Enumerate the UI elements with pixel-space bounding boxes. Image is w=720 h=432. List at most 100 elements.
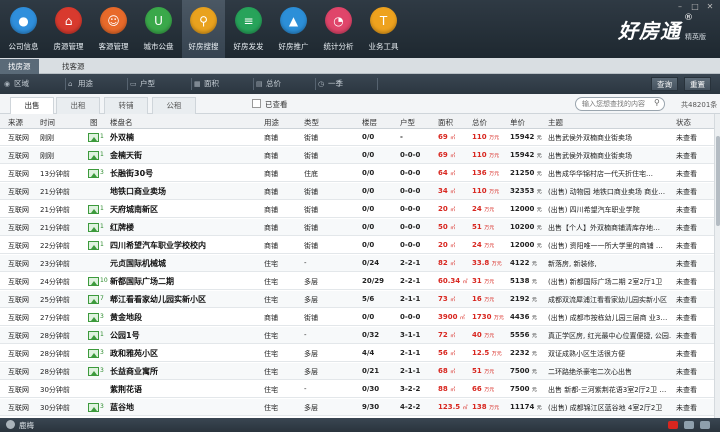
tab-rent[interactable]: 出租 [56,97,100,114]
close-icon[interactable]: ✕ [704,2,716,12]
cell-name[interactable]: 黄金地段 [110,312,142,323]
price-filter[interactable]: ▤ 总价 [254,78,316,90]
message-icon[interactable] [668,421,678,429]
settings-icon[interactable] [684,421,694,429]
photo-icon[interactable] [88,241,99,250]
table-row[interactable]: 1 互联网 28分钟前 公园1号 住宅 - 0/32 3-1-1 72 ㎡ 40 万元 5556 元… [0,327,714,344]
col-name[interactable]: 楼盘名 [110,117,133,128]
photo-icon[interactable] [88,367,99,376]
table-row[interactable]: 1 互联网 21分钟前 天府城南新区 商铺 街铺 0/0 0-0-0 20 ㎡ 24 万元 1200… [0,201,714,218]
table-row[interactable]: 互联网 23分钟前 元贞国际机械城 住宅 - 0/24 2-2-1 82 ㎡ 33.8 万元 41… [0,255,714,272]
nav-item-0[interactable]: ● 公司信息 [2,0,45,58]
table-row[interactable]: 1 互联网 21分钟前 红牌楼 商铺 街铺 0/0 0-0-0 50 ㎡ 51 万元 10200 元… [0,219,714,236]
tab-find-listing[interactable]: 找房源 [0,59,39,74]
nav-item-2[interactable]: ☺ 客源管理 [92,0,135,58]
photo-icon[interactable] [88,223,99,232]
scrollbar[interactable] [714,114,720,418]
nav-item-6[interactable]: ▲ 好房推广 [272,0,315,58]
cell-name[interactable]: 紫荆花语 [110,384,142,395]
col-source[interactable]: 来源 [8,117,23,128]
help-icon[interactable] [700,421,710,429]
layout-filter[interactable]: ▭ 户型 [128,78,192,90]
cell-name[interactable]: 公园1号 [110,330,140,341]
size-filter[interactable]: ▦ 面积 [192,78,254,90]
cell-src: 互联网 [8,367,29,377]
photo-icon[interactable] [88,151,99,160]
table-row[interactable]: 互联网 21分钟前 地铁口商业卖场 商铺 街铺 0/0 0-0-0 34 ㎡ 110 万元 323… [0,183,714,200]
col-title[interactable]: 主题 [548,117,563,128]
table-row[interactable]: 7 互联网 25分钟前 郫江看看家幼儿园实新小区 住宅 多层 5/6 2-1-1 73 ㎡ 16 … [0,291,714,308]
photo-icon[interactable] [88,133,99,142]
table-row[interactable]: 1 互联网 22分钟前 四川希望汽车职业学校校内 商铺 街铺 0/0 0-0-0 20 ㎡ 24 … [0,237,714,254]
scroll-thumb[interactable] [716,136,720,226]
col-price[interactable]: 总价 [472,117,487,128]
usage-filter[interactable]: ⌂ 用途 [66,78,128,90]
cell-name[interactable]: 天府城南新区 [110,204,158,215]
photo-count: 3 [100,169,104,176]
tab-find-client[interactable]: 找客源 [54,59,93,74]
cell-value: 0/0 [362,313,375,321]
photo-icon[interactable] [88,313,99,322]
col-unit-price[interactable]: 单价 [510,117,525,128]
col-type[interactable]: 类型 [304,117,319,128]
cell-name[interactable]: 新都国际广场二期 [110,276,174,287]
photo-icon[interactable] [88,205,99,214]
cell-name[interactable]: 政和雅苑小区 [110,348,158,359]
table-row[interactable]: 互联网 30分钟前 紫荆花语 住宅 - 0/30 3-2-2 88 ㎡ 66 万元 7500 元 出… [0,381,714,398]
tab-sale[interactable]: 出售 [10,97,54,115]
col-usage[interactable]: 用途 [264,117,279,128]
area-filter[interactable]: ◉ 区域 [2,78,66,90]
cell-value: 出售【个人】外双楠商铺清库存地… [548,224,660,232]
cell-name[interactable]: 地铁口商业卖场 [110,186,166,197]
col-time[interactable]: 时间 [40,117,55,128]
col-status[interactable]: 状态 [676,117,691,128]
cell-name[interactable]: 金楠天街 [110,150,142,161]
cell-value: 出售 新都-三河紫荆花语3室2厅2卫 … [548,386,667,394]
nav-item-3[interactable]: U 城市公盘 [137,0,180,58]
cell-name[interactable]: 外双楠 [110,132,134,143]
cell-name[interactable]: 长融街30号 [110,168,153,179]
table-row[interactable]: 1 互联网 刚刚 外双楠 商铺 街铺 0/0 - 69 ㎡ 110 万元 15942 元出售武侯外双… [0,129,714,146]
photo-count: 1 [100,151,104,158]
cell-value: 88 [438,385,448,393]
nav-item-4[interactable]: ⚲ 好房搜搜 [182,0,225,58]
photo-icon[interactable] [88,277,99,286]
cell-name[interactable]: 元贞国际机械城 [110,258,166,269]
cell-name[interactable]: 长益商业寓所 [110,366,158,377]
photo-icon[interactable] [88,169,99,178]
maximize-icon[interactable]: □ [689,2,701,12]
table-row[interactable]: 10 互联网 24分钟前 新都国际广场二期 住宅 多层 20/29 2-2-1 60.34 ㎡ 3… [0,273,714,290]
col-area[interactable]: 面积 [438,117,453,128]
photo-icon[interactable] [88,331,99,340]
search-icon[interactable]: ⚲ [654,98,660,107]
table-row[interactable]: 3 互联网 27分钟前 黄金地段 商铺 街铺 0/0 0-0-0 3900 ㎡ 1730 万元 44… [0,309,714,326]
search-button[interactable]: 查询 [651,77,678,91]
viewed-checkbox[interactable] [252,99,261,108]
table-row[interactable]: 3 互联网 30分钟前 蓝谷地 住宅 多层 9/30 4-2-2 123.5 ㎡ 138 万元 11… [0,399,714,416]
col-floor[interactable]: 楼层 [362,117,377,128]
photo-icon[interactable] [88,295,99,304]
table-row[interactable]: 1 互联网 刚刚 金楠天街 商铺 街铺 0/0 0-0-0 69 ㎡ 110 万元 15942 元出… [0,147,714,164]
table-row[interactable]: 3 互联网 28分钟前 长益商业寓所 住宅 多层 0/21 2-1-1 68 ㎡ 51 万元 750… [0,363,714,380]
cell-name[interactable]: 蓝谷地 [110,402,134,413]
tab-public-rent[interactable]: 公租 [152,97,196,114]
nav-item-5[interactable]: ≡ 好房发发 [227,0,270,58]
search-input[interactable]: 输入您想查找的内容 [575,97,665,111]
minimize-icon[interactable]: – [674,2,686,12]
photo-icon[interactable] [88,349,99,358]
nav-item-8[interactable]: T 业务工具 [362,0,405,58]
cell-name[interactable]: 郫江看看家幼儿园实新小区 [110,294,206,305]
cell-name[interactable]: 四川希望汽车职业学校校内 [110,240,206,251]
photo-icon[interactable] [88,403,99,412]
table-row[interactable]: 3 互联网 13分钟前 长融街30号 商铺 住底 0/0 0-0-0 64 ㎡ 136 万元 212… [0,165,714,182]
nav-item-7[interactable]: ◔ 统计分析 [317,0,360,58]
cell-name[interactable]: 红牌楼 [110,222,134,233]
col-pic[interactable]: 图 [90,117,98,128]
tab-transfer[interactable]: 转铺 [104,97,148,114]
period-filter[interactable]: ◷ 一季 [316,78,378,90]
cell-time: 24分钟前 [40,277,70,287]
col-layout[interactable]: 户型 [400,117,415,128]
nav-item-1[interactable]: ⌂ 房源管理 [47,0,90,58]
table-row[interactable]: 3 互联网 28分钟前 政和雅苑小区 住宅 多层 4/4 2-1-1 56 ㎡ 12.5 万元 22… [0,345,714,362]
reset-button[interactable]: 重置 [684,77,711,91]
